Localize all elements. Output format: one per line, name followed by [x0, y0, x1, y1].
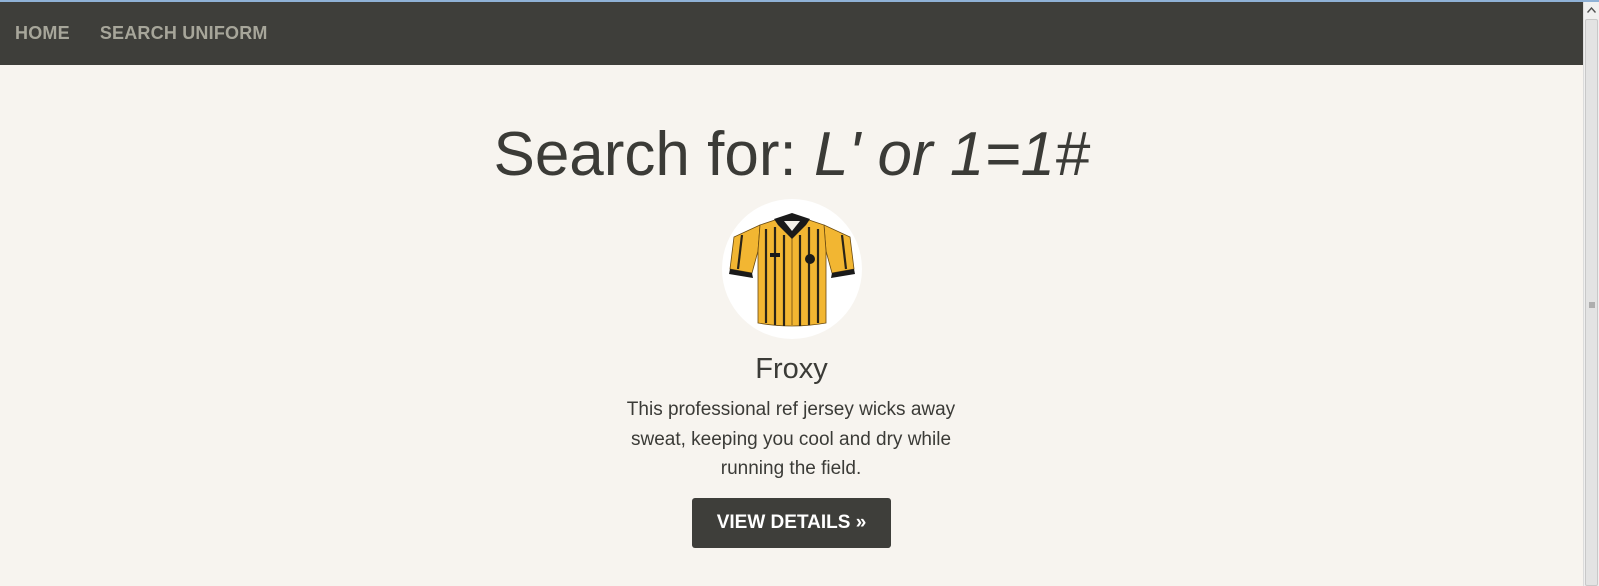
search-query: L' or 1=1#	[813, 120, 1090, 189]
vertical-scrollbar[interactable]	[1583, 2, 1599, 586]
referee-jersey-image	[729, 213, 855, 327]
nav-search-uniform-link[interactable]: SEARCH UNIFORM	[100, 23, 268, 44]
scroll-grip-icon	[1589, 302, 1595, 308]
view-details-button[interactable]: VIEW DETAILS »	[692, 498, 891, 548]
scroll-thumb[interactable]	[1585, 19, 1598, 586]
product-name: Froxy	[755, 353, 828, 385]
nav-home-link[interactable]: HOME	[15, 23, 70, 44]
page-title: Search for: L' or 1=1#	[0, 115, 1583, 195]
top-navbar: HOME SEARCH UNIFORM	[0, 2, 1583, 65]
product-image[interactable]	[722, 199, 862, 339]
search-results: Search for: L' or 1=1# Froxy This profes…	[0, 65, 1583, 586]
page: HOME SEARCH UNIFORM Search for: L' or 1=…	[0, 0, 1599, 586]
search-prefix: Search for:	[493, 120, 814, 189]
scroll-up-arrow-icon[interactable]	[1584, 2, 1599, 18]
product-description: This professional ref jersey wicks away …	[626, 399, 956, 479]
